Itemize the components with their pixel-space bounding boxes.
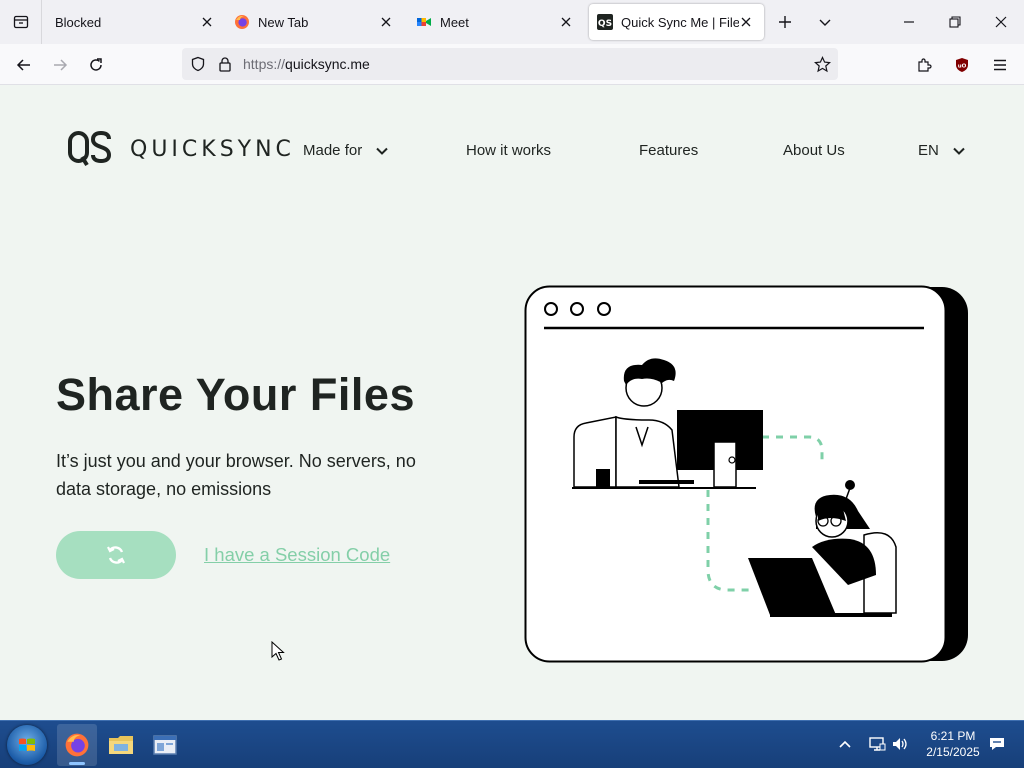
svg-text:uO: uO	[958, 64, 967, 70]
puzzle-icon	[918, 58, 932, 72]
taskbar-window-app[interactable]	[145, 724, 185, 766]
file-explorer-icon	[109, 736, 133, 754]
action-center-button[interactable]	[986, 733, 1008, 755]
reload-button[interactable]	[83, 52, 109, 78]
chevron-up-icon	[839, 740, 851, 748]
nav-features-label: Features	[639, 142, 699, 159]
notification-icon	[990, 738, 1004, 750]
speaker-icon	[893, 738, 907, 750]
close-icon	[995, 16, 1007, 28]
windows-logo-icon	[19, 738, 35, 751]
extensions-button[interactable]	[911, 52, 937, 78]
star-bookmark-icon[interactable]	[814, 56, 831, 73]
quicksync-logo[interactable]: QUICKSYNC	[68, 129, 295, 169]
quicksync-favicon: QS	[597, 14, 613, 30]
new-tab-button[interactable]	[773, 10, 797, 34]
arrow-right-icon	[54, 59, 68, 71]
taskbar-firefox[interactable]	[57, 724, 97, 766]
restore-button[interactable]	[943, 10, 967, 34]
chevron-down-icon	[819, 19, 831, 26]
close-icon	[202, 17, 212, 27]
nav-made-for-label: Made for	[303, 142, 363, 159]
tab-close-button[interactable]	[738, 14, 754, 30]
session-code-link[interactable]: I have a Session Code	[204, 544, 390, 566]
restore-icon	[949, 16, 961, 28]
page-content: QUICKSYNC Made for How it works Features…	[0, 85, 1024, 720]
active-indicator	[69, 762, 85, 765]
clock-date: 2/15/2025	[926, 745, 980, 759]
chevron-down-icon	[376, 147, 388, 155]
hero-title: Share Your Files	[56, 369, 415, 420]
close-icon	[561, 17, 571, 27]
network-icon	[869, 737, 886, 751]
google-meet-icon	[417, 18, 431, 26]
network-tray-button[interactable]	[866, 733, 888, 755]
svg-text:QS: QS	[598, 19, 612, 29]
firefox-icon	[65, 733, 89, 757]
clock-time: 6:21 PM	[930, 729, 976, 743]
tab-close-button[interactable]	[558, 14, 574, 30]
sync-icon	[107, 546, 125, 564]
windows-taskbar: 6:21 PM 2/15/2025	[0, 720, 1024, 768]
nav-how-it-works[interactable]: How it works	[466, 142, 551, 159]
arrow-left-icon	[16, 59, 30, 71]
nav-how-it-works-label: How it works	[466, 142, 552, 159]
nav-made-for[interactable]: Made for	[303, 142, 388, 159]
hero-description: It’s just you and your browser. No serve…	[56, 451, 416, 499]
tab-label: New Tab	[258, 14, 309, 30]
ublock-origin-icon: uO	[956, 58, 968, 72]
nav-features[interactable]: Features	[639, 142, 698, 159]
tab-label: Blocked	[55, 14, 102, 30]
start-button[interactable]	[7, 725, 47, 765]
url-host: quicksync.me	[285, 56, 370, 72]
lock-icon[interactable]	[217, 56, 233, 72]
navigation-toolbar: https://quicksync.me uO	[0, 44, 1024, 85]
volume-tray-button[interactable]	[889, 733, 911, 755]
tab-quicksync[interactable]: QS Quick Sync Me | File &	[589, 4, 764, 40]
ublock-origin-button[interactable]: uO	[949, 52, 975, 78]
firefox-icon	[235, 15, 249, 29]
hamburger-menu-icon	[994, 59, 1006, 71]
minimize-icon	[904, 21, 914, 23]
mouse-cursor-icon	[271, 641, 285, 661]
window-app-icon	[153, 735, 177, 755]
tab-close-button[interactable]	[199, 14, 215, 30]
chevron-down-icon	[953, 147, 965, 155]
tab-new-tab[interactable]: New Tab	[234, 0, 404, 44]
close-window-button[interactable]	[989, 10, 1013, 34]
forward-button[interactable]	[47, 52, 73, 78]
tab-bar: Blocked New Tab Meet QS Quick Sync Me | …	[0, 0, 1024, 44]
qs-logo-mark	[68, 131, 112, 167]
list-all-tabs-button[interactable]	[813, 10, 837, 34]
app-menu-button[interactable]	[987, 52, 1013, 78]
tab-list-icon	[13, 15, 28, 29]
shield-icon[interactable]	[190, 56, 206, 72]
tab-label: Meet	[440, 14, 469, 30]
hero-illustration	[524, 285, 968, 663]
close-icon	[381, 17, 391, 27]
tab-blocked[interactable]: Blocked	[55, 0, 225, 44]
show-hidden-icons-button[interactable]	[834, 733, 856, 755]
nav-about-us-label: About Us	[783, 142, 845, 159]
tab-meet[interactable]: Meet	[416, 0, 584, 44]
tab-close-button[interactable]	[378, 14, 394, 30]
language-selector[interactable]: EN	[918, 142, 965, 159]
language-label: EN	[918, 142, 939, 159]
minimize-button[interactable]	[897, 10, 921, 34]
back-button[interactable]	[11, 52, 37, 78]
system-clock[interactable]: 6:21 PM 2/15/2025	[920, 728, 986, 760]
reload-icon	[90, 58, 102, 71]
url-protocol: https://	[243, 56, 286, 72]
url-bar[interactable]: https://quicksync.me	[182, 48, 838, 80]
nav-about-us[interactable]: About Us	[783, 142, 845, 159]
taskbar-file-explorer[interactable]	[101, 724, 141, 766]
tab-label: Quick Sync Me | File &	[621, 14, 739, 30]
close-icon	[741, 17, 751, 27]
url-text[interactable]: https://quicksync.me	[243, 56, 370, 72]
tab-list-button[interactable]	[0, 0, 42, 44]
start-sync-button[interactable]	[56, 531, 176, 579]
plus-icon	[779, 16, 791, 28]
brand-name: QUICKSYNC	[130, 136, 295, 162]
